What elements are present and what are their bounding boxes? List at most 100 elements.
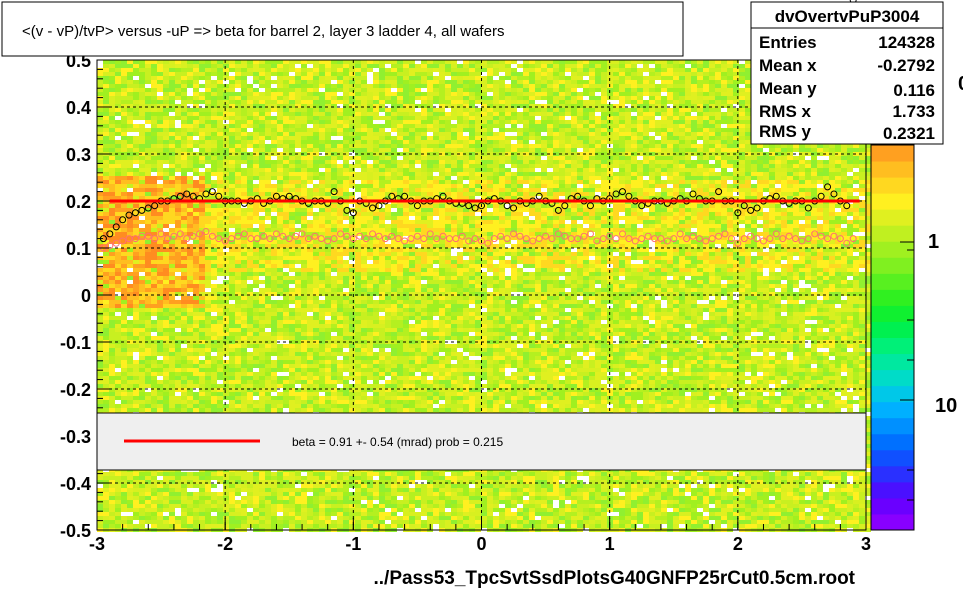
heat-cell <box>277 136 283 140</box>
heat-cell <box>445 68 451 72</box>
heat-cell <box>709 64 715 68</box>
heat-cell <box>139 172 145 176</box>
heat-cell <box>649 188 655 192</box>
heat-cell <box>391 172 397 176</box>
heat-cell <box>487 96 493 100</box>
heat-cell <box>109 92 115 96</box>
heat-cell <box>727 140 733 144</box>
heat-cell <box>739 64 745 68</box>
heat-cell <box>625 124 631 128</box>
heat-cell <box>667 96 673 100</box>
heat-cell <box>127 100 133 104</box>
heat-cell <box>307 148 313 152</box>
heat-cell <box>157 128 163 132</box>
heat-cell <box>127 180 133 184</box>
heat-cell <box>619 176 625 180</box>
heat-cell <box>547 112 553 116</box>
heat-cell <box>451 96 457 100</box>
heat-cell <box>673 176 679 180</box>
heat-cell <box>691 208 697 212</box>
heat-cell <box>163 132 169 136</box>
heat-cell <box>595 84 601 88</box>
heat-cell <box>253 64 259 68</box>
heat-cell <box>547 132 553 136</box>
heat-cell <box>373 176 379 180</box>
heat-cell <box>631 220 637 224</box>
heat-cell <box>781 176 787 180</box>
heat-cell <box>427 80 433 84</box>
heat-cell <box>223 160 229 164</box>
heat-cell <box>301 140 307 144</box>
heat-cell <box>583 144 589 148</box>
heat-cell <box>331 72 337 76</box>
heat-cell <box>259 96 265 100</box>
heat-cell <box>529 164 535 168</box>
heat-cell <box>433 164 439 168</box>
heat-cell <box>493 148 499 152</box>
heat-cell <box>253 172 259 176</box>
heat-cell <box>751 188 757 192</box>
heat-cell <box>199 212 205 216</box>
heat-cell <box>259 172 265 176</box>
heat-cell <box>811 172 817 176</box>
heat-cell <box>673 64 679 68</box>
heat-cell <box>721 184 727 188</box>
heat-cell <box>493 164 499 168</box>
heat-cell <box>421 100 427 104</box>
heat-cell <box>499 88 505 92</box>
heat-cell <box>577 216 583 220</box>
heat-cell <box>625 140 631 144</box>
heat-cell <box>403 60 409 64</box>
heat-cell <box>265 192 271 196</box>
heat-cell <box>595 128 601 132</box>
heat-cell <box>643 128 649 132</box>
heat-cell <box>163 108 169 112</box>
heat-cell <box>391 68 397 72</box>
heat-cell <box>469 124 475 128</box>
heat-cell <box>793 168 799 172</box>
heat-cell <box>259 108 265 112</box>
heat-cell <box>409 72 415 76</box>
heat-cell <box>337 96 343 100</box>
heat-cell <box>853 164 859 168</box>
heat-cell <box>475 148 481 152</box>
heat-cell <box>211 108 217 112</box>
heat-cell <box>133 184 139 188</box>
heat-cell <box>421 144 427 148</box>
heat-cell <box>799 204 805 208</box>
heat-cell <box>337 84 343 88</box>
heat-cell <box>277 144 283 148</box>
heat-cell <box>277 184 283 188</box>
heat-cell <box>583 212 589 216</box>
heat-cell <box>727 120 733 124</box>
heat-cell <box>655 96 661 100</box>
heat-cell <box>511 136 517 140</box>
heat-cell <box>769 176 775 180</box>
heat-cell <box>355 188 361 192</box>
heat-cell <box>109 180 115 184</box>
heat-cell <box>397 88 403 92</box>
heat-cell <box>331 108 337 112</box>
heat-cell <box>781 164 787 168</box>
heat-cell <box>721 76 727 80</box>
heat-cell <box>439 88 445 92</box>
heat-cell <box>775 208 781 212</box>
heat-cell <box>139 164 145 168</box>
heat-cell <box>289 188 295 192</box>
heat-cell <box>361 156 367 160</box>
heat-cell <box>703 96 709 100</box>
heat-cell <box>697 88 703 92</box>
heat-cell <box>697 72 703 76</box>
heat-cell <box>355 80 361 84</box>
heat-cell <box>187 164 193 168</box>
heat-cell <box>133 148 139 152</box>
heat-cell <box>649 108 655 112</box>
heat-cell <box>187 68 193 72</box>
heat-cell <box>217 116 223 120</box>
heat-cell <box>415 84 421 88</box>
heat-cell <box>493 116 499 120</box>
heat-cell <box>529 220 535 224</box>
heat-cell <box>349 96 355 100</box>
heat-cell <box>355 84 361 88</box>
heat-cell <box>151 148 157 152</box>
